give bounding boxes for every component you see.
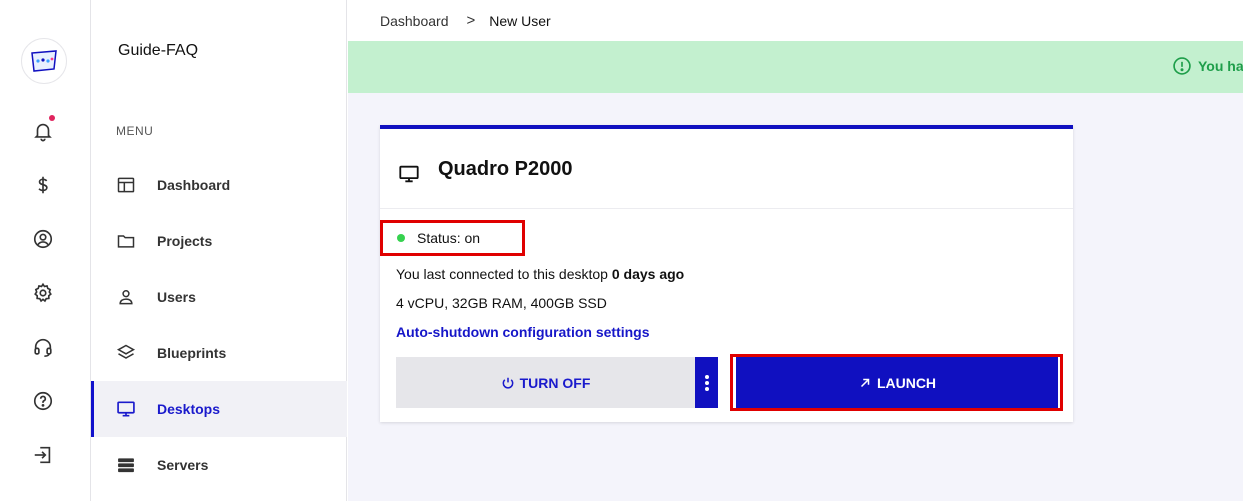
auto-shutdown-link[interactable]: Auto-shutdown configuration settings [396, 324, 650, 340]
account-button[interactable] [30, 226, 56, 252]
monitor-icon [397, 163, 421, 190]
settings-button[interactable] [30, 280, 56, 306]
desktop-card-header: Quadro P2000 [380, 129, 1073, 209]
sidebar-item-label: Projects [157, 233, 213, 249]
folder-icon [115, 230, 137, 252]
more-options-button[interactable] [695, 357, 718, 408]
info-icon [1173, 57, 1191, 75]
menu-label: MENU [116, 124, 154, 138]
status-text: Status: on [417, 230, 481, 246]
sidebar-item-label: Desktops [157, 401, 221, 417]
sidebar-item-label: Blueprints [157, 345, 227, 361]
support-button[interactable] [30, 334, 56, 360]
breadcrumb-current: New User [489, 12, 551, 29]
logo-icon [31, 50, 57, 72]
notification-banner: You ha [348, 41, 1243, 93]
headset-icon [34, 338, 52, 357]
notification-dot [49, 115, 55, 121]
dashboard-icon [115, 174, 137, 196]
main-content: Dashboard > New User You ha Quadro P2000… [348, 0, 1243, 501]
sidebar-item-label: Servers [157, 457, 209, 473]
sidebar-item-label: Dashboard [157, 177, 231, 193]
desktop-specs: 4 vCPU, 32GB RAM, 400GB SSD [396, 295, 607, 311]
gear-icon [34, 282, 52, 303]
turn-off-button[interactable]: TURN OFF [396, 357, 695, 408]
sidebar-item-users[interactable]: Users [91, 269, 347, 325]
desktop-card: Quadro P2000 Status: on You last connect… [380, 125, 1073, 422]
user-circle-icon [33, 229, 53, 249]
monitor-icon [115, 398, 137, 420]
turn-off-label: TURN OFF [519, 374, 591, 391]
last-connected-text: You last connected to this desktop 0 day… [396, 266, 684, 282]
logout-icon [34, 446, 51, 464]
notifications-button[interactable] [30, 115, 56, 144]
sidebar-item-blueprints[interactable]: Blueprints [91, 325, 347, 381]
user-icon [115, 286, 137, 308]
sidebar-item-projects[interactable]: Projects [91, 213, 347, 269]
org-name: Guide-FAQ [118, 42, 199, 59]
external-arrow-icon [860, 378, 870, 387]
power-icon [502, 377, 514, 389]
last-connected-value: 0 days ago [611, 266, 685, 282]
launch-button[interactable]: LAUNCH [736, 357, 1058, 408]
billing-button[interactable] [30, 172, 56, 198]
help-icon [33, 391, 53, 411]
server-icon [115, 454, 137, 476]
sidebar-item-dashboard[interactable]: Dashboard [91, 157, 347, 213]
status-indicator: Status: on [380, 220, 525, 256]
kebab-menu-icon [704, 374, 709, 391]
breadcrumb-dashboard-link[interactable]: Dashboard [380, 13, 449, 29]
breadcrumb-separator: > [466, 12, 476, 29]
sidebar-item-label: Users [157, 289, 196, 305]
dollar-icon [38, 176, 48, 194]
sidebar-item-servers[interactable]: Servers [91, 437, 347, 493]
banner-text: You ha [1198, 58, 1243, 74]
desktop-title: Quadro P2000 [438, 158, 573, 180]
logout-button[interactable] [30, 442, 56, 468]
help-button[interactable] [30, 388, 56, 414]
last-connected-prefix: You last connected to this desktop [396, 266, 608, 282]
sidebar: Guide-FAQ MENU Dashboard Projects Users … [91, 0, 347, 501]
icon-rail [0, 0, 91, 501]
sidebar-item-desktops[interactable]: Desktops [91, 381, 347, 437]
bell-icon [34, 123, 52, 142]
app-logo[interactable] [21, 38, 67, 84]
breadcrumb: Dashboard > New User [348, 0, 1243, 41]
layers-icon [115, 342, 137, 364]
banner-message: You ha [1172, 56, 1243, 76]
status-dot [397, 234, 405, 242]
launch-label: LAUNCH [876, 374, 937, 391]
